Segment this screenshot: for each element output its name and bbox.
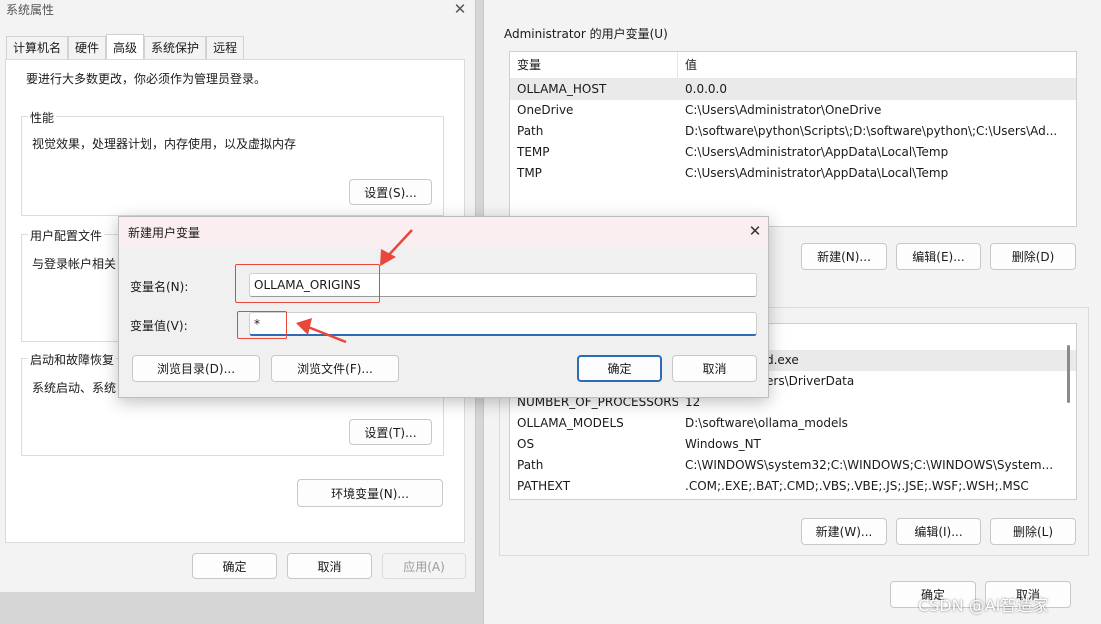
arrow-icon (380, 229, 413, 266)
annotation-arrows (296, 229, 413, 344)
arrow-icon (296, 318, 347, 344)
watermark: CSDN @AI智造家 (918, 596, 1049, 615)
